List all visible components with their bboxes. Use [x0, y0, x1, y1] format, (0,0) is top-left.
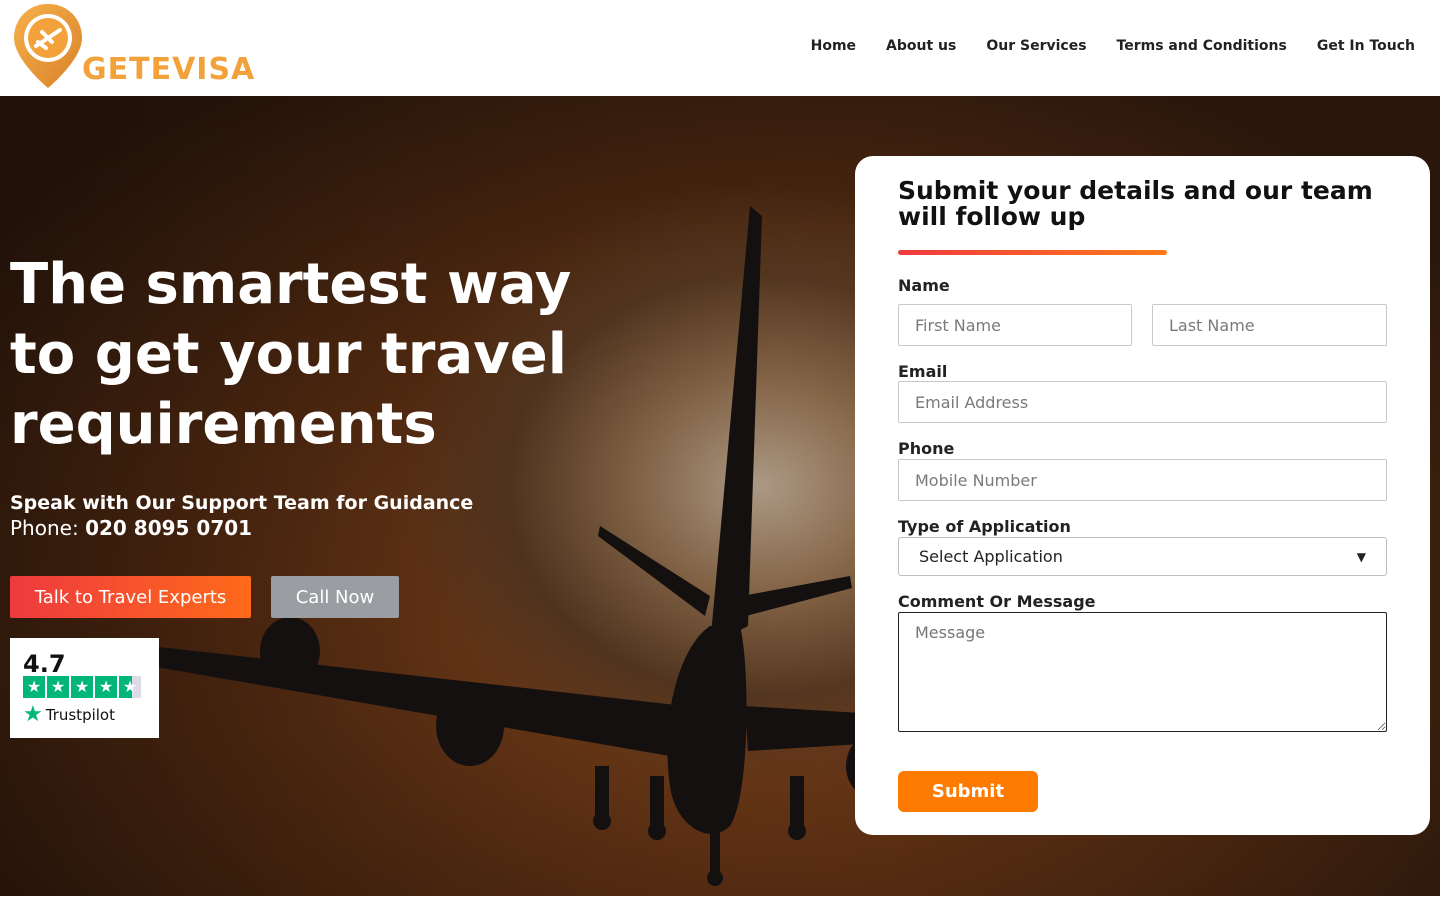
application-type-label: Type of Application	[898, 517, 1071, 536]
airplane-pin-icon	[14, 4, 82, 88]
contact-form-card: Submit your details and our team will fo…	[855, 156, 1430, 835]
nav-terms-and-conditions[interactable]: Terms and Conditions	[1117, 38, 1287, 54]
support-text: Speak with Our Support Team for Guidance	[10, 492, 474, 514]
phone-field-label: Phone	[898, 439, 955, 458]
email-input[interactable]	[898, 381, 1387, 423]
phone-number[interactable]: 020 8095 0701	[85, 516, 252, 540]
message-textarea[interactable]	[898, 612, 1387, 732]
application-type-select[interactable]: Select Application ▼	[898, 537, 1387, 576]
first-name-input[interactable]	[898, 304, 1132, 346]
site-header: GETEVISA Home About us Our Services Term…	[0, 0, 1440, 96]
trustpilot-widget[interactable]: 4.7 ★ ★ ★ ★ ★ ★ Trustpilot	[10, 638, 159, 738]
application-select-value: Select Application	[919, 547, 1063, 566]
title-underline	[898, 250, 1167, 255]
nav-our-services[interactable]: Our Services	[986, 38, 1086, 54]
nav-home[interactable]: Home	[811, 38, 856, 54]
star-icon: ★	[71, 676, 93, 698]
nav-get-in-touch[interactable]: Get In Touch	[1317, 38, 1415, 54]
phone-line: Phone: 020 8095 0701	[10, 516, 252, 540]
call-now-button[interactable]: Call Now	[271, 576, 399, 618]
trustpilot-stars: ★ ★ ★ ★ ★	[23, 676, 141, 698]
email-label: Email	[898, 362, 948, 381]
logo-wordmark: GETEVISA	[82, 52, 256, 87]
star-icon: ★	[95, 676, 117, 698]
trustpilot-brand: ★ Trustpilot	[23, 704, 115, 726]
mobile-number-input[interactable]	[898, 459, 1387, 501]
submit-button[interactable]: Submit	[898, 771, 1038, 812]
main-nav: Home About us Our Services Terms and Con…	[811, 38, 1415, 54]
form-title: Submit your details and our team will fo…	[898, 176, 1373, 231]
trustpilot-brand-label: Trustpilot	[45, 706, 115, 724]
page-bottom-strip	[0, 896, 1440, 900]
last-name-input[interactable]	[1152, 304, 1387, 346]
star-icon: ★	[47, 676, 69, 698]
half-star-icon: ★	[119, 676, 141, 698]
site-logo[interactable]: GETEVISA	[10, 2, 280, 92]
nav-about-us[interactable]: About us	[886, 38, 956, 54]
trustpilot-score: 4.7	[23, 650, 66, 678]
hero-section: The smartest way to get your travel requ…	[0, 96, 1440, 896]
star-icon: ★	[23, 676, 45, 698]
chevron-down-icon: ▼	[1356, 549, 1366, 564]
phone-label: Phone:	[10, 516, 86, 540]
name-label: Name	[898, 276, 950, 295]
message-label: Comment Or Message	[898, 592, 1096, 611]
talk-to-travel-experts-button[interactable]: Talk to Travel Experts	[10, 576, 251, 618]
hero-title: The smartest way to get your travel requ…	[10, 252, 572, 457]
trustpilot-star-icon: ★	[23, 702, 43, 727]
